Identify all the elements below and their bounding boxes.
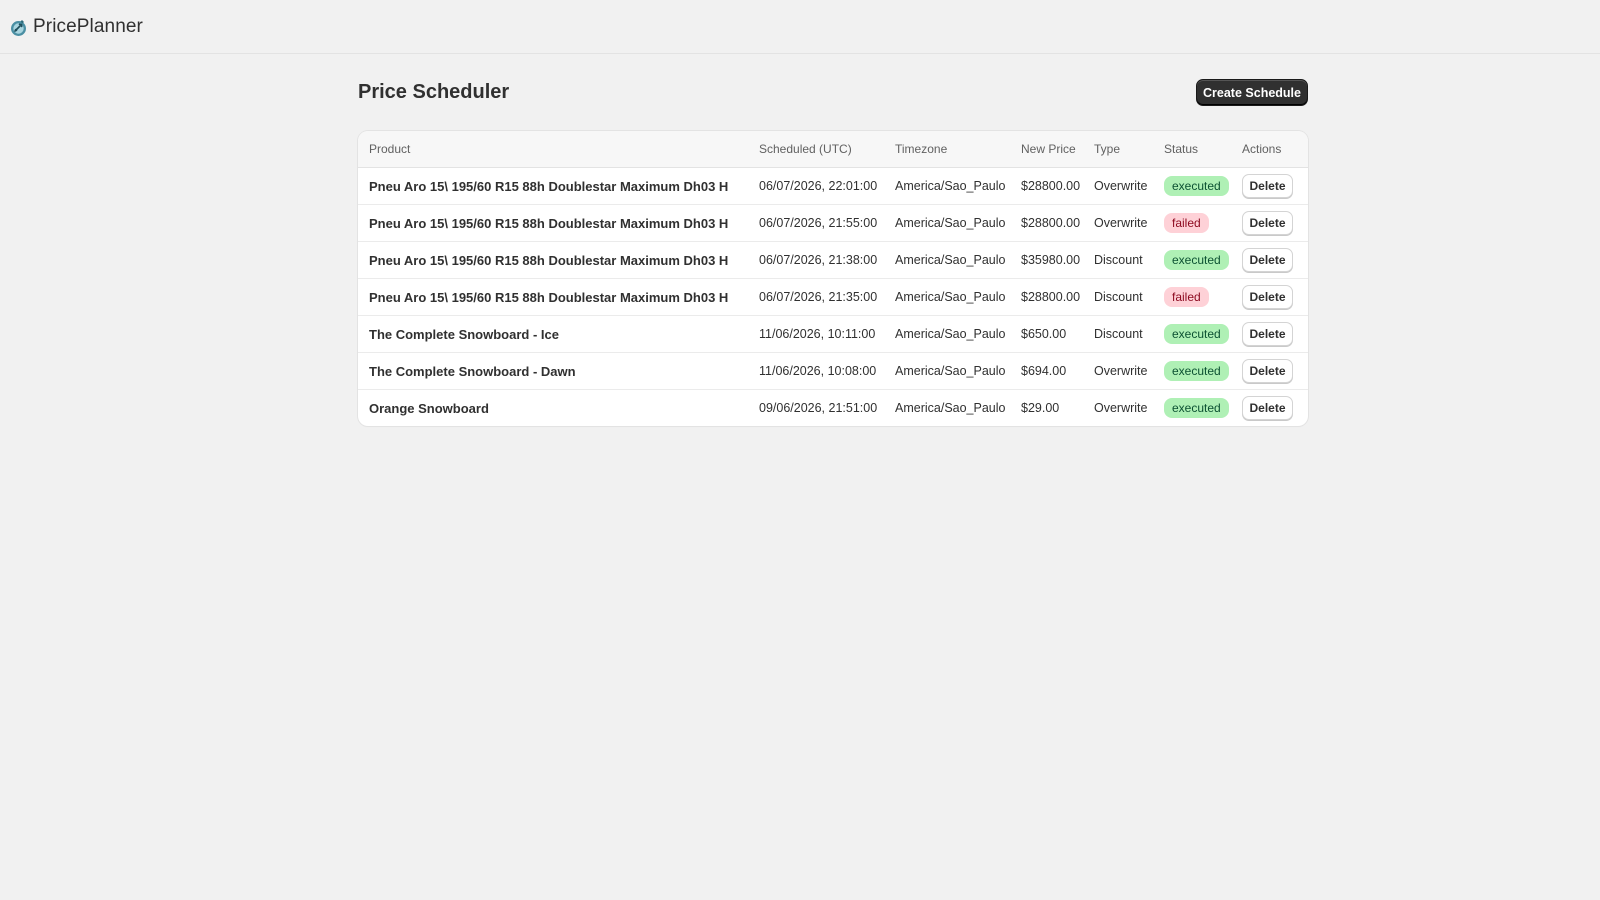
new-price: $650.00 <box>1010 315 1083 353</box>
status-badge: executed <box>1164 250 1229 270</box>
schedule-type: Overwrite <box>1083 352 1153 390</box>
delete-button[interactable]: Delete <box>1242 322 1293 346</box>
table-row: Pneu Aro 15\ 195/60 R15 88h Doublestar M… <box>358 241 1308 279</box>
brand[interactable]: PricePlanner <box>9 16 143 38</box>
delete-button[interactable]: Delete <box>1242 285 1293 309</box>
scheduled-time: 11/06/2026, 10:11:00 <box>748 315 884 353</box>
product-name: Pneu Aro 15\ 195/60 R15 88h Doublestar M… <box>358 167 748 205</box>
product-name: Pneu Aro 15\ 195/60 R15 88h Doublestar M… <box>358 241 748 279</box>
column-header-scheduled: Scheduled (UTC) <box>748 131 884 168</box>
status-badge: executed <box>1164 176 1229 196</box>
schedules-table-card: Product Scheduled (UTC) Timezone New Pri… <box>358 131 1308 426</box>
schedule-type: Discount <box>1083 241 1153 279</box>
delete-button[interactable]: Delete <box>1242 396 1293 420</box>
delete-button[interactable]: Delete <box>1242 211 1293 235</box>
timezone: America/Sao_Paulo <box>884 241 1010 279</box>
schedule-type: Overwrite <box>1083 167 1153 205</box>
new-price: $35980.00 <box>1010 241 1083 279</box>
timezone: America/Sao_Paulo <box>884 352 1010 390</box>
table-row: Pneu Aro 15\ 195/60 R15 88h Doublestar M… <box>358 167 1308 205</box>
schedule-type: Overwrite <box>1083 204 1153 242</box>
scheduled-time: 06/07/2026, 21:35:00 <box>748 278 884 316</box>
page-title: Price Scheduler <box>358 81 510 103</box>
new-price: $28800.00 <box>1010 278 1083 316</box>
product-name: The Complete Snowboard - Dawn <box>358 352 748 390</box>
column-header-type: Type <box>1083 131 1153 168</box>
table-row: Orange Snowboard 09/06/2026, 21:51:00 Am… <box>358 390 1308 427</box>
top-bar: PricePlanner <box>0 0 1600 54</box>
new-price: $28800.00 <box>1010 204 1083 242</box>
status-badge: failed <box>1164 213 1209 233</box>
product-name: Pneu Aro 15\ 195/60 R15 88h Doublestar M… <box>358 278 748 316</box>
product-name: Orange Snowboard <box>369 400 489 416</box>
page-header: Price Scheduler Create Schedule <box>358 78 1308 108</box>
schedule-type: Overwrite <box>1094 401 1148 415</box>
table-body: Pneu Aro 15\ 195/60 R15 88h Doublestar M… <box>358 167 1308 427</box>
status-badge: executed <box>1164 361 1229 381</box>
schedule-type: Discount <box>1083 315 1153 353</box>
delete-button[interactable]: Delete <box>1242 248 1293 272</box>
new-price: $694.00 <box>1010 352 1083 390</box>
app-name: PricePlanner <box>33 16 143 37</box>
status-badge: failed <box>1164 287 1209 307</box>
create-schedule-button[interactable]: Create Schedule <box>1196 79 1308 106</box>
timezone: America/Sao_Paulo <box>884 278 1010 316</box>
table-header-row: Product Scheduled (UTC) Timezone New Pri… <box>358 131 1308 168</box>
delete-button[interactable]: Delete <box>1242 174 1293 198</box>
status-badge: executed <box>1164 324 1229 344</box>
timezone: America/Sao_Paulo <box>884 315 1010 353</box>
timezone: America/Sao_Paulo <box>884 167 1010 205</box>
table-row: The Complete Snowboard - Ice 11/06/2026,… <box>358 315 1308 353</box>
column-header-actions: Actions <box>1231 131 1308 168</box>
delete-button[interactable]: Delete <box>1242 359 1293 383</box>
column-header-new-price: New Price <box>1010 131 1083 168</box>
table-row: Pneu Aro 15\ 195/60 R15 88h Doublestar M… <box>358 204 1308 242</box>
table-row: The Complete Snowboard - Dawn 11/06/2026… <box>358 352 1308 390</box>
new-price: $29.00 <box>1021 401 1060 415</box>
scheduled-time: 06/07/2026, 21:55:00 <box>748 204 884 242</box>
new-price: $28800.00 <box>1010 167 1083 205</box>
column-header-status: Status <box>1153 131 1231 168</box>
column-header-timezone: Timezone <box>884 131 1010 168</box>
rocket-logo-icon <box>9 18 28 37</box>
timezone: America/Sao_Paulo <box>895 401 1006 415</box>
column-header-product: Product <box>358 131 748 168</box>
timezone: America/Sao_Paulo <box>884 204 1010 242</box>
scheduled-time: 09/06/2026, 21:51:00 <box>759 401 878 415</box>
scheduled-time: 06/07/2026, 21:38:00 <box>748 241 884 279</box>
product-name: Pneu Aro 15\ 195/60 R15 88h Doublestar M… <box>358 204 748 242</box>
product-name: The Complete Snowboard - Ice <box>358 315 748 353</box>
status-badge: executed <box>1164 398 1229 418</box>
table-row: Pneu Aro 15\ 195/60 R15 88h Doublestar M… <box>358 278 1308 316</box>
scheduled-time: 06/07/2026, 22:01:00 <box>748 167 884 205</box>
schedule-type: Discount <box>1083 278 1153 316</box>
schedules-table: Product Scheduled (UTC) Timezone New Pri… <box>358 131 1308 426</box>
main-content: Price Scheduler Create Schedule Product … <box>358 78 1308 426</box>
scheduled-time: 11/06/2026, 10:08:00 <box>748 352 884 390</box>
